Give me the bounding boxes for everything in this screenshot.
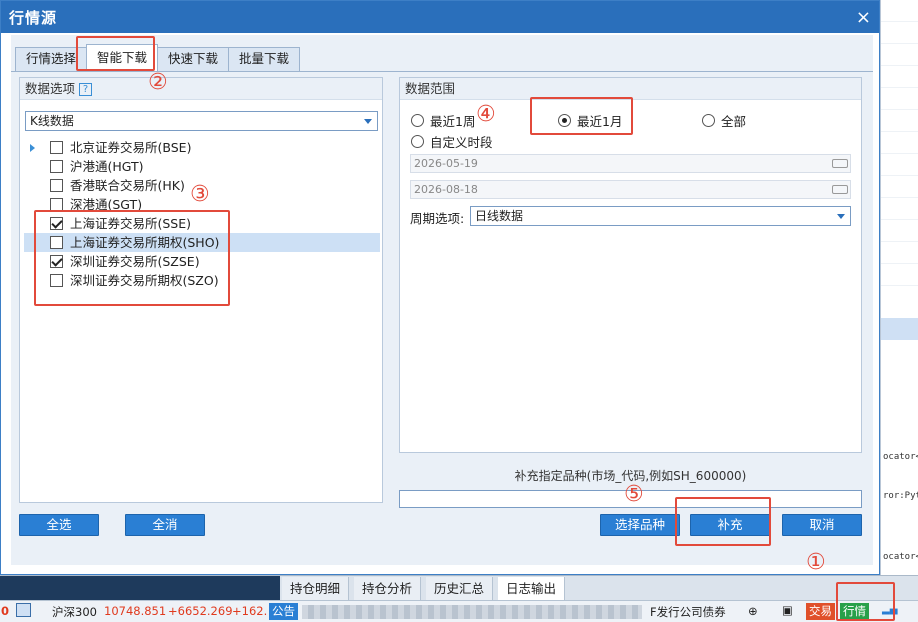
choose-symbols-button[interactable]: 选择品种	[600, 514, 680, 536]
index-value: 10748.851	[104, 604, 167, 618]
checkbox-sse[interactable]	[50, 217, 63, 230]
select-all-button[interactable]: 全选	[19, 514, 99, 536]
signal-icon: ▂▄	[882, 604, 898, 615]
index-name: 沪深300	[52, 605, 97, 619]
screen-icon[interactable]: ▣	[782, 603, 793, 617]
annotation-marker-5: ⑤	[624, 482, 644, 507]
end-date-value: 2026-08-18	[414, 183, 478, 196]
cancel-button[interactable]: 取消	[782, 514, 862, 536]
status-zero: 0	[1, 604, 10, 618]
tree-item-label: 深圳证券交易所期权(SZO)	[70, 273, 219, 288]
blurred-news-ticker	[302, 605, 642, 619]
bottom-dark-area	[0, 576, 280, 601]
radio-all-label[interactable]: 全部	[721, 111, 746, 130]
start-date-value: 2026-05-19	[414, 157, 478, 170]
news-ticker-text[interactable]: F发行公司债券	[650, 604, 726, 620]
tab-position-analysis[interactable]: 持仓分析	[354, 577, 422, 600]
tree-item-sse[interactable]: 上海证券交易所(SSE)	[24, 214, 380, 233]
data-options-panel: 数据选项? K线数据 北京证券交易所(BSE) 沪港通(HGT) 香港联合交易所…	[19, 77, 383, 503]
quote-source-dialog: 行情源 × 行情选择 智能下载 快速下载 批量下载 数据选项? K线数据 北京证…	[0, 0, 880, 575]
radio-last-week[interactable]	[411, 114, 424, 127]
expand-arrow-icon[interactable]	[30, 144, 35, 152]
data-type-value: K线数据	[30, 114, 74, 128]
radio-last-month-label[interactable]: 最近1月	[577, 111, 622, 130]
tree-item-label: 沪港通(HGT)	[70, 159, 144, 174]
checkbox-hgt[interactable]	[50, 160, 63, 173]
data-type-select[interactable]: K线数据	[25, 111, 378, 131]
trade-tag[interactable]: 交易	[806, 603, 835, 620]
tab-divider	[11, 71, 873, 72]
tab-fast-download[interactable]: 快速下载	[157, 47, 230, 71]
notice-tag[interactable]: 公告	[269, 603, 298, 620]
radio-custom-range[interactable]	[411, 135, 424, 148]
background-app-panel: ocator< ror:Pyt ocator<	[880, 0, 918, 575]
index-change-percent: +162.	[232, 604, 268, 618]
keyboard-icon[interactable]	[832, 185, 848, 194]
background-code-line: ocator<	[883, 552, 918, 562]
help-icon[interactable]: ?	[79, 83, 93, 96]
dialog-titlebar[interactable]: 行情源 ×	[1, 1, 879, 33]
monitor-icon[interactable]	[16, 603, 31, 617]
quote-tag[interactable]: 行情	[840, 603, 869, 620]
tree-item-szo[interactable]: 深圳证券交易所期权(SZO)	[24, 271, 380, 290]
tree-item-label: 北京证券交易所(BSE)	[70, 140, 192, 155]
checkbox-sho[interactable]	[50, 236, 63, 249]
chevron-down-icon	[364, 119, 372, 124]
checkbox-bse[interactable]	[50, 141, 63, 154]
status-bar: 0 沪深300 10748.851 +6652.269 +162. 公告 F发行…	[0, 600, 918, 622]
bottom-tab-bar: 持仓明细 持仓分析 历史汇总 日志输出	[0, 575, 918, 601]
tree-item-szse[interactable]: 深圳证券交易所(SZSE)	[24, 252, 380, 271]
zoom-icon[interactable]: ⊕	[748, 604, 758, 618]
tree-item-hgt[interactable]: 沪港通(HGT)	[24, 157, 380, 176]
data-options-title: 数据选项	[25, 81, 76, 96]
annotation-marker-3: ③	[190, 182, 210, 207]
checkbox-szo[interactable]	[50, 274, 63, 287]
tree-item-label: 上海证券交易所期权(SHO)	[70, 235, 220, 250]
annotation-marker-2: ②	[148, 70, 168, 95]
dialog-content: 行情选择 智能下载 快速下载 批量下载 数据选项? K线数据 北京证券交易所(B…	[11, 35, 873, 565]
radio-custom-range-label[interactable]: 自定义时段	[430, 132, 493, 151]
tree-item-bse[interactable]: 北京证券交易所(BSE)	[24, 138, 380, 157]
tab-smart-download[interactable]: 智能下载	[86, 44, 159, 71]
period-label: 周期选项:	[410, 211, 465, 226]
keyboard-icon[interactable]	[832, 159, 848, 168]
tree-item-label: 香港联合交易所(HK)	[70, 178, 185, 193]
checkbox-hk[interactable]	[50, 179, 63, 192]
period-select[interactable]: 日线数据	[470, 206, 851, 226]
data-range-header: 数据范围	[400, 78, 861, 100]
dialog-title: 行情源	[9, 8, 58, 27]
tab-history-summary[interactable]: 历史汇总	[426, 577, 494, 600]
background-code-line: ror:Pyt	[883, 491, 918, 501]
data-range-panel: 数据范围 最近1周 最近1月 全部 自定义时段 2026-05-19 2026-…	[399, 77, 862, 453]
close-icon[interactable]: ×	[856, 7, 871, 28]
background-highlight-row	[881, 318, 918, 340]
tab-bar: 行情选择 智能下载 快速下载 批量下载	[15, 44, 301, 71]
period-value: 日线数据	[475, 209, 524, 223]
clear-all-button[interactable]: 全消	[125, 514, 205, 536]
chevron-down-icon	[837, 214, 845, 219]
start-date-field[interactable]: 2026-05-19	[410, 154, 851, 173]
tree-item-label: 深圳证券交易所(SZSE)	[70, 254, 200, 269]
tab-batch-download[interactable]: 批量下载	[228, 47, 301, 71]
checkbox-szse[interactable]	[50, 255, 63, 268]
market-tree: 北京证券交易所(BSE) 沪港通(HGT) 香港联合交易所(HK) 深港通(SG…	[24, 138, 380, 290]
radio-last-week-label[interactable]: 最近1周	[430, 111, 475, 130]
tab-log-output[interactable]: 日志输出	[498, 577, 566, 600]
annotation-marker-1: ①	[806, 550, 826, 575]
tree-item-label: 上海证券交易所(SSE)	[70, 216, 192, 231]
background-code-line: ocator<	[883, 452, 918, 462]
annotation-marker-4: ④	[476, 102, 496, 127]
index-change: +6652.269	[168, 604, 233, 618]
tree-item-label: 深港通(SGT)	[70, 197, 143, 212]
end-date-field[interactable]: 2026-08-18	[410, 180, 851, 199]
radio-all[interactable]	[702, 114, 715, 127]
supplement-button[interactable]: 补充	[690, 514, 770, 536]
checkbox-sgt[interactable]	[50, 198, 63, 211]
tree-item-sho[interactable]: 上海证券交易所期权(SHO)	[24, 233, 380, 252]
data-options-header: 数据选项?	[20, 78, 382, 100]
radio-last-month[interactable]	[558, 114, 571, 127]
tab-quote-select[interactable]: 行情选择	[15, 47, 88, 71]
tab-position-detail[interactable]: 持仓明细	[282, 577, 350, 600]
